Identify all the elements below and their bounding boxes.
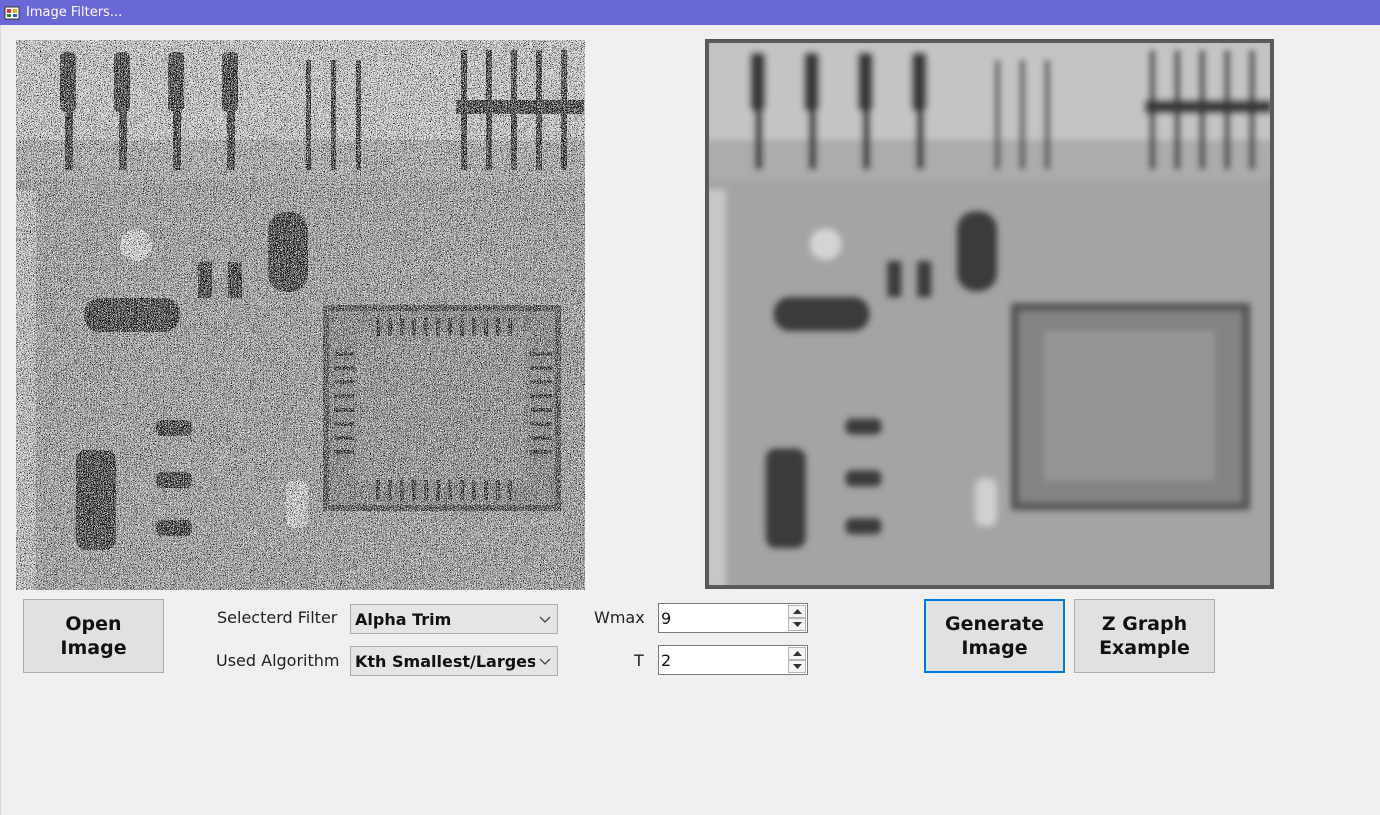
app-icon[interactable]: [4, 5, 20, 21]
chevron-down-icon[interactable]: [538, 610, 552, 628]
wmax-label: Wmax: [594, 608, 645, 627]
chevron-down-icon[interactable]: [538, 652, 552, 670]
algorithm-select[interactable]: Kth Smallest/Largest: [350, 646, 558, 676]
wmax-input[interactable]: [661, 607, 787, 629]
t-input[interactable]: [661, 649, 787, 671]
open-image-button[interactable]: Open Image: [23, 599, 164, 673]
t-label: T: [634, 651, 644, 670]
filter-select[interactable]: Alpha Trim: [350, 604, 558, 634]
wmax-stepper[interactable]: [658, 603, 808, 633]
source-image: [16, 40, 585, 590]
used-algorithm-label: Used Algorithm: [216, 651, 340, 670]
generate-image-button[interactable]: Generate Image: [924, 599, 1065, 673]
wmax-decrement-icon[interactable]: [788, 618, 806, 631]
wmax-increment-icon[interactable]: [788, 605, 806, 618]
t-stepper[interactable]: [658, 645, 808, 675]
filter-select-value: Alpha Trim: [355, 610, 452, 629]
selected-filter-label: Selecterd Filter: [217, 608, 338, 627]
filtered-circuit-board-image: [706, 40, 1273, 588]
main-form: Open Image Generate Image Z Graph Exampl…: [0, 25, 1380, 815]
t-increment-icon[interactable]: [788, 647, 806, 660]
t-decrement-icon[interactable]: [788, 660, 806, 673]
z-graph-example-button[interactable]: Z Graph Example: [1074, 599, 1215, 673]
result-image: [705, 39, 1274, 589]
algorithm-select-value: Kth Smallest/Largest: [355, 652, 535, 671]
title-bar: Image Filters...: [0, 0, 1380, 25]
window-title: Image Filters...: [26, 5, 123, 20]
noisy-circuit-board-image: [16, 40, 585, 590]
